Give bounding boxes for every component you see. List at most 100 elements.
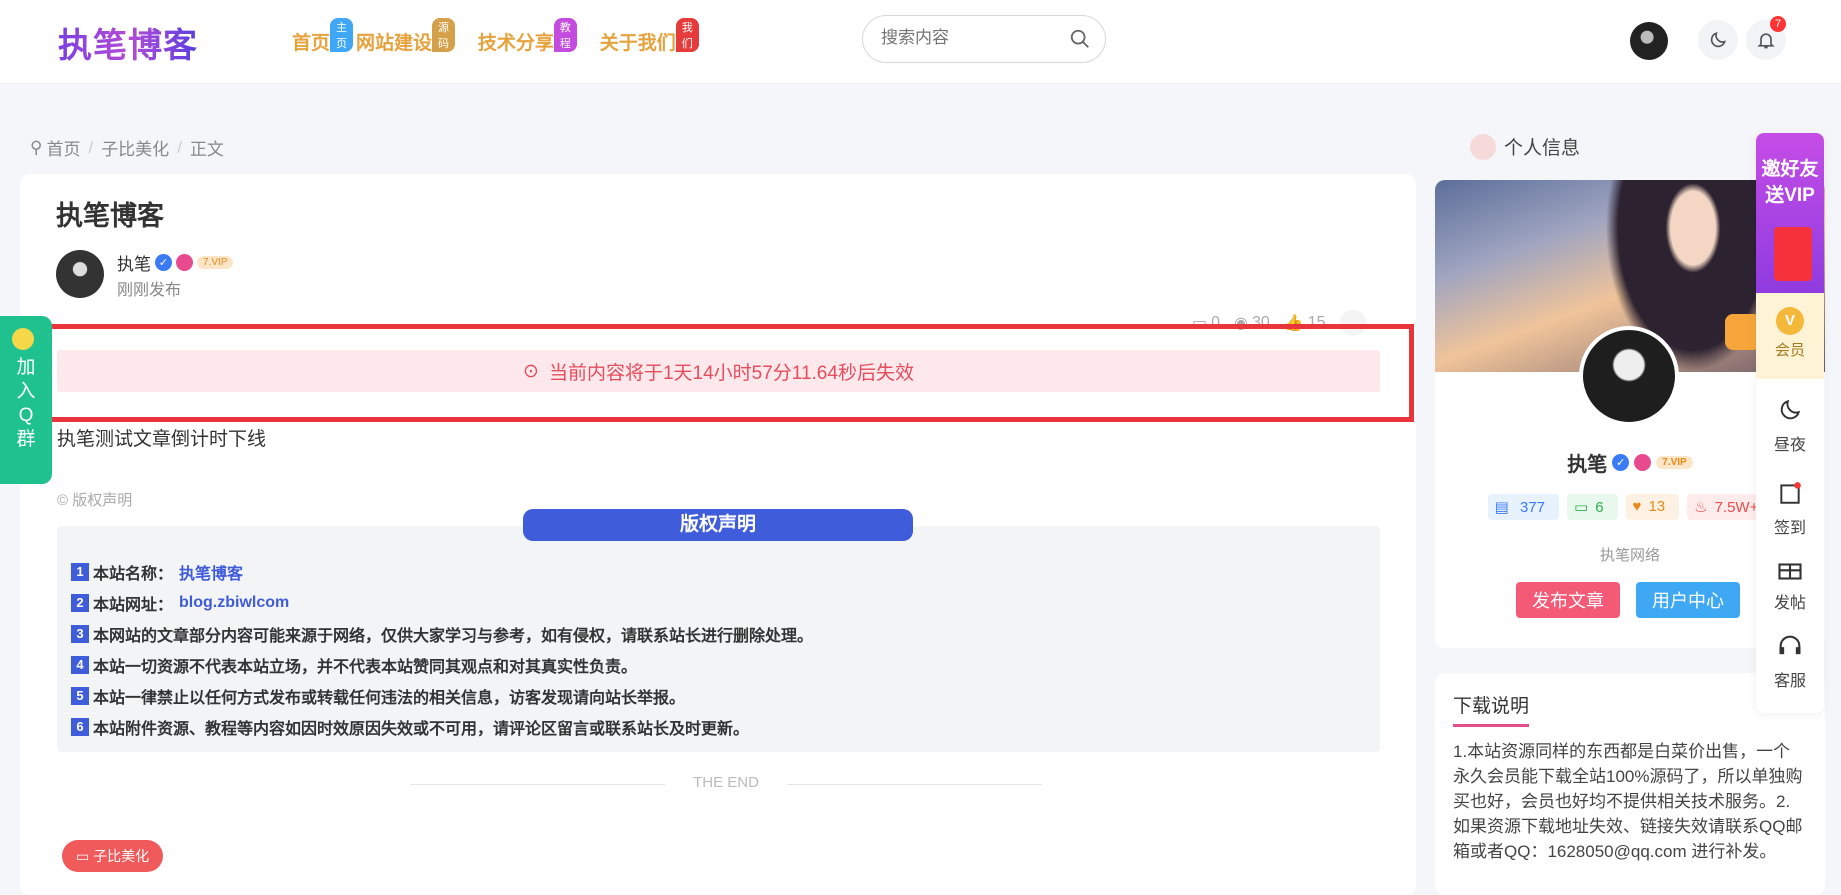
checkin-label: 签到: [1773, 520, 1806, 537]
profile-avatar[interactable]: [1579, 326, 1679, 426]
qq-label: 入: [16, 381, 36, 402]
category-label: 子比美化: [93, 848, 150, 864]
breadcrumb-home[interactable]: 首页: [46, 135, 80, 160]
nav-label: 网站建设: [356, 33, 433, 54]
favorite-count: 13: [1648, 498, 1666, 515]
copyright-item: 3 本网站的文章部分内容可能来源于网络，仅供大家学习与参考，如有侵权，请联系站长进…: [71, 618, 1380, 649]
search-input[interactable]: [881, 28, 1061, 48]
day-night-button[interactable]: 昼夜: [1756, 395, 1824, 455]
medal-icon: [1634, 454, 1652, 471]
search-box: [862, 15, 1106, 63]
service-label: 客服: [1773, 673, 1806, 690]
search-icon[interactable]: [1069, 28, 1091, 50]
author-avatar[interactable]: [56, 250, 104, 298]
item-number: 6: [71, 717, 89, 736]
site-url-link[interactable]: blog.zbiwlcom: [179, 594, 289, 612]
checkin-icon: [1775, 478, 1805, 508]
nav-label: 技术分享: [477, 33, 554, 54]
site-logo[interactable]: 执笔博客: [58, 18, 198, 67]
nav-badge: 主页: [330, 18, 353, 52]
invite-vip-banner[interactable]: 邀好友 送VIP: [1756, 133, 1824, 293]
nav-label: 关于我们: [599, 33, 676, 54]
qq-label: 群: [16, 429, 36, 450]
folder-icon: ▭: [76, 848, 94, 864]
user-avatar[interactable]: [1630, 22, 1668, 60]
vip-badge: 7.VIP: [1656, 456, 1693, 469]
customer-service-button[interactable]: 客服: [1756, 631, 1824, 691]
item-number: 1: [71, 562, 89, 581]
nav-item-about[interactable]: 关于我们 我们 ⌵: [599, 18, 699, 55]
item-number: 4: [71, 655, 89, 674]
main-nav: 首页 主页 网站建设 源码 ⌵ 技术分享 教程 ⌵ 关于我们 我们 ⌵: [292, 18, 722, 55]
copyright-title: 版权声明: [523, 509, 913, 541]
copyright-box: 1 本站名称： 执笔博客 2 本站网址： blog.zbiwlcom 3 本网站的文章部分…: [57, 526, 1380, 752]
checkin-button[interactable]: 签到: [1756, 478, 1824, 538]
publish-label: 发帖: [1773, 595, 1806, 612]
item-text: 本站网址：: [93, 596, 174, 614]
location-icon: ⚲: [30, 137, 43, 157]
item-text: 本站一切资源不代表本站立场，并不代表本站赞同其观点和对其真实性负责。: [93, 658, 638, 676]
verified-icon: ✓: [1612, 454, 1630, 471]
vip-button[interactable]: V 会员: [1756, 293, 1824, 379]
article-card: 执笔博客 执笔 ✓ 7.VIP 刚刚发布 ▭ 0 ◉ 30 👍 15 ⊙ 当前内容将于…: [20, 174, 1416, 895]
verified-icon: ✓: [155, 254, 172, 271]
red-envelope-icon: [1774, 227, 1812, 281]
breadcrumb-category[interactable]: 子比美化: [101, 135, 169, 160]
vip-icon: V: [1776, 307, 1804, 335]
item-text: 本站附件资源、教程等内容如因时效原因失效或不可用，请评论区留言或联系站长及时更新…: [93, 720, 750, 738]
right-float-bar: 邀好友 送VIP V 会员 昼夜 签到 发帖 客服: [1756, 133, 1824, 713]
site-header: 执笔博客 首页 主页 网站建设 源码 ⌵ 技术分享 教程 ⌵ 关于我们 我们 ⌵…: [0, 0, 1841, 84]
copyright-item: 5 本站一律禁止以任何方式发布或转载任何违法的相关信息，访客发现请向站长举报。: [71, 680, 1380, 711]
nav-item-home[interactable]: 首页 主页: [292, 18, 353, 55]
breadcrumb-separator: /: [177, 137, 182, 157]
dark-mode-toggle[interactable]: [1698, 20, 1738, 60]
nav-badge: 我们: [675, 18, 699, 52]
author-name[interactable]: 执笔: [117, 250, 151, 275]
copyright-label: © 版权声明: [57, 492, 133, 509]
notification-button[interactable]: 7: [1746, 16, 1786, 60]
profile-name[interactable]: 执笔: [1567, 448, 1607, 477]
item-number: 5: [71, 686, 89, 705]
item-number: 2: [71, 593, 89, 612]
user-center-button[interactable]: 用户中心: [1636, 582, 1740, 618]
post-count: 377: [1519, 499, 1545, 516]
vip-label: 会员: [1774, 342, 1805, 359]
category-tag[interactable]: ▭ 子比美化: [62, 840, 164, 872]
post-body: 执笔测试文章倒计时下线: [57, 429, 267, 450]
copyright-item: 2 本站网址： blog.zbiwlcom: [71, 587, 1380, 618]
medal-icon: [176, 254, 193, 271]
bell-icon: [1757, 33, 1775, 49]
post-title: 执笔博客: [56, 201, 164, 231]
highlight-frame: [38, 324, 1414, 422]
join-qq-group-button[interactable]: 加 入 Q 群: [0, 316, 52, 484]
item-text: 本站一律禁止以任何方式发布或转载任何违法的相关信息，访客发现请向站长举报。: [93, 689, 686, 707]
copyright-item: 6 本站附件资源、教程等内容如因时效原因失效或不可用，请评论区留言或联系站长及时更…: [71, 711, 1380, 742]
smile-icon: [12, 328, 34, 350]
invite-line: 邀好友: [1761, 159, 1819, 180]
qq-label: 加: [16, 357, 36, 378]
breadcrumb-current: 正文: [189, 140, 224, 159]
nav-item-website[interactable]: 网站建设 源码 ⌵: [356, 18, 456, 55]
qq-label: Q: [18, 405, 34, 426]
author-info: 执笔 ✓ 7.VIP: [117, 250, 234, 275]
day-night-label: 昼夜: [1773, 437, 1806, 454]
comment-count-badge[interactable]: ▭ 6: [1567, 494, 1618, 520]
download-text: 1.本站资源同样的东西都是白菜价出售，一个永久会员能下载全站100%源码了，所以…: [1453, 742, 1803, 861]
moon-icon: [1710, 32, 1726, 48]
nav-item-tech[interactable]: 技术分享 教程 ⌵: [477, 18, 577, 55]
copyright-item: 4 本站一切资源不代表本站立场，并不代表本站赞同其观点和对其真实性负责。: [71, 649, 1380, 680]
site-name-link[interactable]: 执笔博客: [179, 560, 243, 584]
invite-line: 送VIP: [1765, 185, 1815, 206]
item-text: 本站名称：: [93, 565, 174, 583]
vip-badge: 7.VIP: [197, 256, 234, 269]
publish-article-button[interactable]: 发布文章: [1516, 582, 1620, 618]
comment-count: 6: [1595, 499, 1604, 516]
nav-label: 首页: [292, 33, 331, 54]
post-count-badge[interactable]: ▤ 377: [1487, 494, 1559, 520]
moon-icon: [1775, 395, 1805, 425]
publish-button[interactable]: 发帖: [1756, 553, 1824, 613]
paw-icon: [1470, 133, 1496, 160]
favorite-count-badge[interactable]: ♥ 13: [1625, 494, 1680, 520]
breadcrumb: ⚲ 首页 / 子比美化 / 正文: [30, 135, 224, 160]
nav-badge: 源码: [432, 18, 456, 52]
